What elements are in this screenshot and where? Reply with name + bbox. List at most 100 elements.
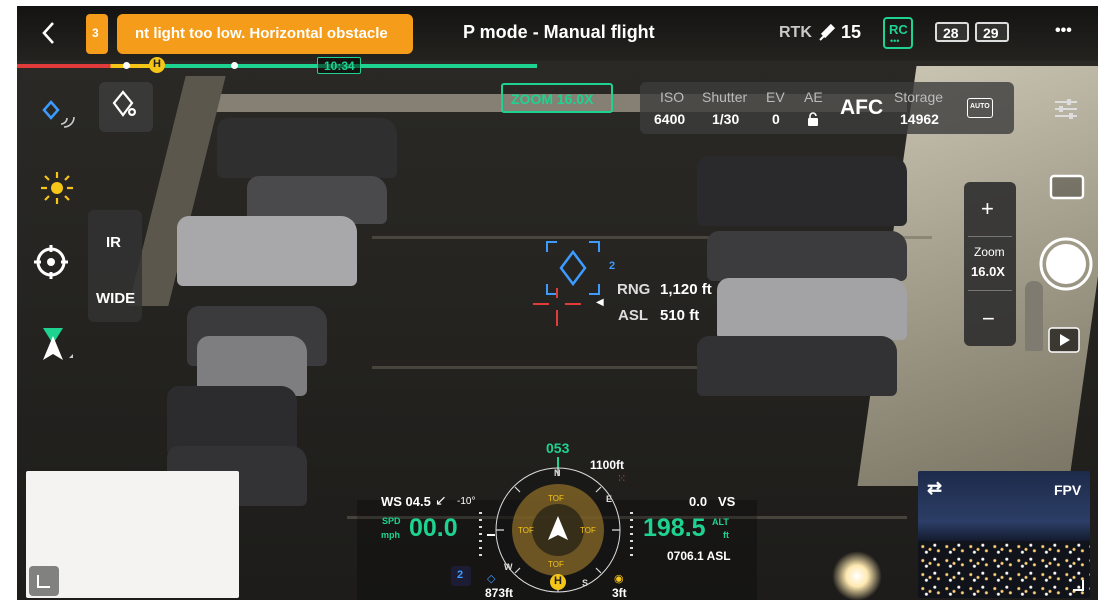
- tof-left: TOF: [518, 526, 534, 535]
- fpv-swap-button[interactable]: ⇄: [927, 478, 942, 499]
- rng-value: 1,120 ft: [660, 281, 712, 298]
- wind-direction-arrow: ↙: [435, 492, 447, 508]
- timeline-dot: [231, 62, 238, 69]
- zoom-out-button[interactable]: −: [982, 306, 995, 332]
- iso-value: 6400: [654, 111, 686, 127]
- fpv-label: FPV: [1054, 482, 1082, 498]
- compass-home-marker: H: [550, 574, 566, 590]
- compass-east: E: [606, 494, 613, 504]
- camera-settings-button[interactable]: [1051, 94, 1081, 124]
- flight-mode-title: P mode - Manual flight: [463, 22, 655, 42]
- ae-lock-icon[interactable]: [806, 111, 820, 127]
- spotlight-button[interactable]: [35, 166, 79, 210]
- timeline-home-label: H: [153, 58, 161, 70]
- attitude-compass: N E S W TOF TOF TOF TOF H: [494, 466, 622, 594]
- rc-label: RC: [889, 22, 908, 37]
- asl-label: ASL: [618, 307, 648, 324]
- expand-corner-icon: [1073, 580, 1084, 591]
- back-button[interactable]: [37, 18, 61, 48]
- shutter-button[interactable]: [1038, 236, 1094, 292]
- satellite-count: 15: [841, 22, 862, 42]
- parked-car: [707, 231, 907, 281]
- zoom-level-badge: ZOOM 16.0X: [501, 83, 613, 113]
- tof-top: TOF: [548, 494, 564, 503]
- warning-text: nt light too low. Horizontal obstacle: [135, 25, 388, 42]
- storage-value: 14962: [900, 111, 939, 127]
- speed-scale: [479, 512, 482, 560]
- bottom-distance: 3ft: [612, 586, 627, 600]
- rtk-label: RTK: [779, 24, 812, 41]
- minimap-expand-button[interactable]: [29, 566, 59, 596]
- playback-button[interactable]: [1047, 326, 1081, 354]
- shutter-circle-icon: [1039, 237, 1093, 291]
- sliders-icon: [1055, 99, 1077, 119]
- fpv-expand-button[interactable]: [1069, 576, 1087, 594]
- chevron-left-icon: [42, 22, 54, 44]
- asl-altitude: 0706.1 ASL: [667, 549, 731, 563]
- photo-video-mode-button[interactable]: [1047, 172, 1087, 202]
- diamond-signal-icon: [42, 100, 75, 128]
- wide-lens-button[interactable]: WIDE: [96, 290, 135, 307]
- vertical-speed-value: 0.0: [689, 494, 708, 509]
- divider: [968, 290, 1012, 291]
- ev-value: 0: [772, 111, 780, 127]
- sun-icon: [41, 172, 73, 204]
- target-lock-button[interactable]: [31, 242, 71, 282]
- pin-point-button[interactable]: [33, 322, 77, 366]
- vertical-speed-label: VS: [718, 494, 736, 509]
- altitude-value: 198.5: [643, 514, 706, 542]
- focus-mode[interactable]: AFC: [840, 96, 883, 120]
- parked-car: [217, 118, 397, 178]
- ae-label: AE: [804, 89, 823, 105]
- parked-car: [697, 336, 897, 396]
- warning-count: 3: [92, 26, 99, 40]
- street-light-glow: [832, 551, 882, 600]
- aircraft-battery-value: 28: [943, 25, 959, 41]
- rectangle-frame-icon: [1049, 174, 1085, 200]
- flight-time-badge: 10:34: [317, 57, 361, 74]
- parked-car: [177, 216, 357, 286]
- parked-truck: [697, 156, 907, 226]
- zoom-control-panel: + Zoom 16.0X −: [964, 182, 1016, 346]
- altitude-unit: ft: [723, 530, 729, 540]
- ar-view-toggle-button[interactable]: [99, 82, 153, 132]
- laser-pointer-mark: ◀: [596, 297, 604, 308]
- shutter-value: 1/30: [712, 111, 740, 127]
- rc-signal-indicator[interactable]: RC •••: [883, 17, 913, 49]
- tof-right: TOF: [580, 526, 596, 535]
- more-menu-button[interactable]: •••: [1055, 22, 1072, 40]
- timeline-dot: [123, 62, 130, 69]
- waypoint-diamond-icon: ◇: [487, 573, 496, 585]
- compass-north: N: [554, 468, 561, 478]
- rc-battery-indicator[interactable]: 29: [975, 22, 1009, 42]
- city-lights: [918, 541, 1090, 598]
- camera-settings-panel[interactable]: ISO 6400 Shutter 1/30 EV 0 AE AFC Storag…: [640, 82, 1014, 134]
- asl-value: 510 ft: [660, 307, 700, 324]
- heading-value: 053: [546, 440, 570, 456]
- navigation-arrow-icon: [43, 328, 73, 360]
- aircraft-battery-indicator[interactable]: 28: [935, 22, 969, 42]
- center-crosshair: [531, 284, 583, 328]
- divider: [968, 236, 1012, 237]
- zoom-value[interactable]: 16.0X: [971, 264, 1005, 279]
- camera-view: 3 nt light too low. Horizontal obstacle …: [17, 6, 1098, 600]
- timeline-home-marker: H: [149, 57, 165, 73]
- rc-signal-dots: •••: [890, 36, 900, 46]
- auto-label: AUTO: [970, 103, 990, 110]
- auto-camera-icon[interactable]: AUTO: [967, 98, 993, 118]
- camera-lens-selector: IR WIDE: [88, 210, 142, 322]
- warning-count-badge[interactable]: 3: [86, 14, 108, 54]
- diamond-eye-icon: [112, 90, 136, 117]
- speed-label-spd: SPD: [382, 516, 401, 526]
- rng-label: RNG: [617, 281, 651, 298]
- altitude-label: ALT: [712, 517, 729, 527]
- shutter-label: Shutter: [702, 89, 748, 105]
- ir-lens-button[interactable]: IR: [106, 234, 121, 251]
- crosshair-icon: [533, 288, 581, 326]
- map-locate-button[interactable]: [35, 92, 79, 136]
- altitude-scale: [630, 512, 633, 560]
- warning-banner[interactable]: nt light too low. Horizontal obstacle: [117, 14, 413, 54]
- play-icon: [1048, 327, 1080, 353]
- compass-south: S: [582, 578, 589, 588]
- zoom-in-button[interactable]: +: [981, 196, 994, 222]
